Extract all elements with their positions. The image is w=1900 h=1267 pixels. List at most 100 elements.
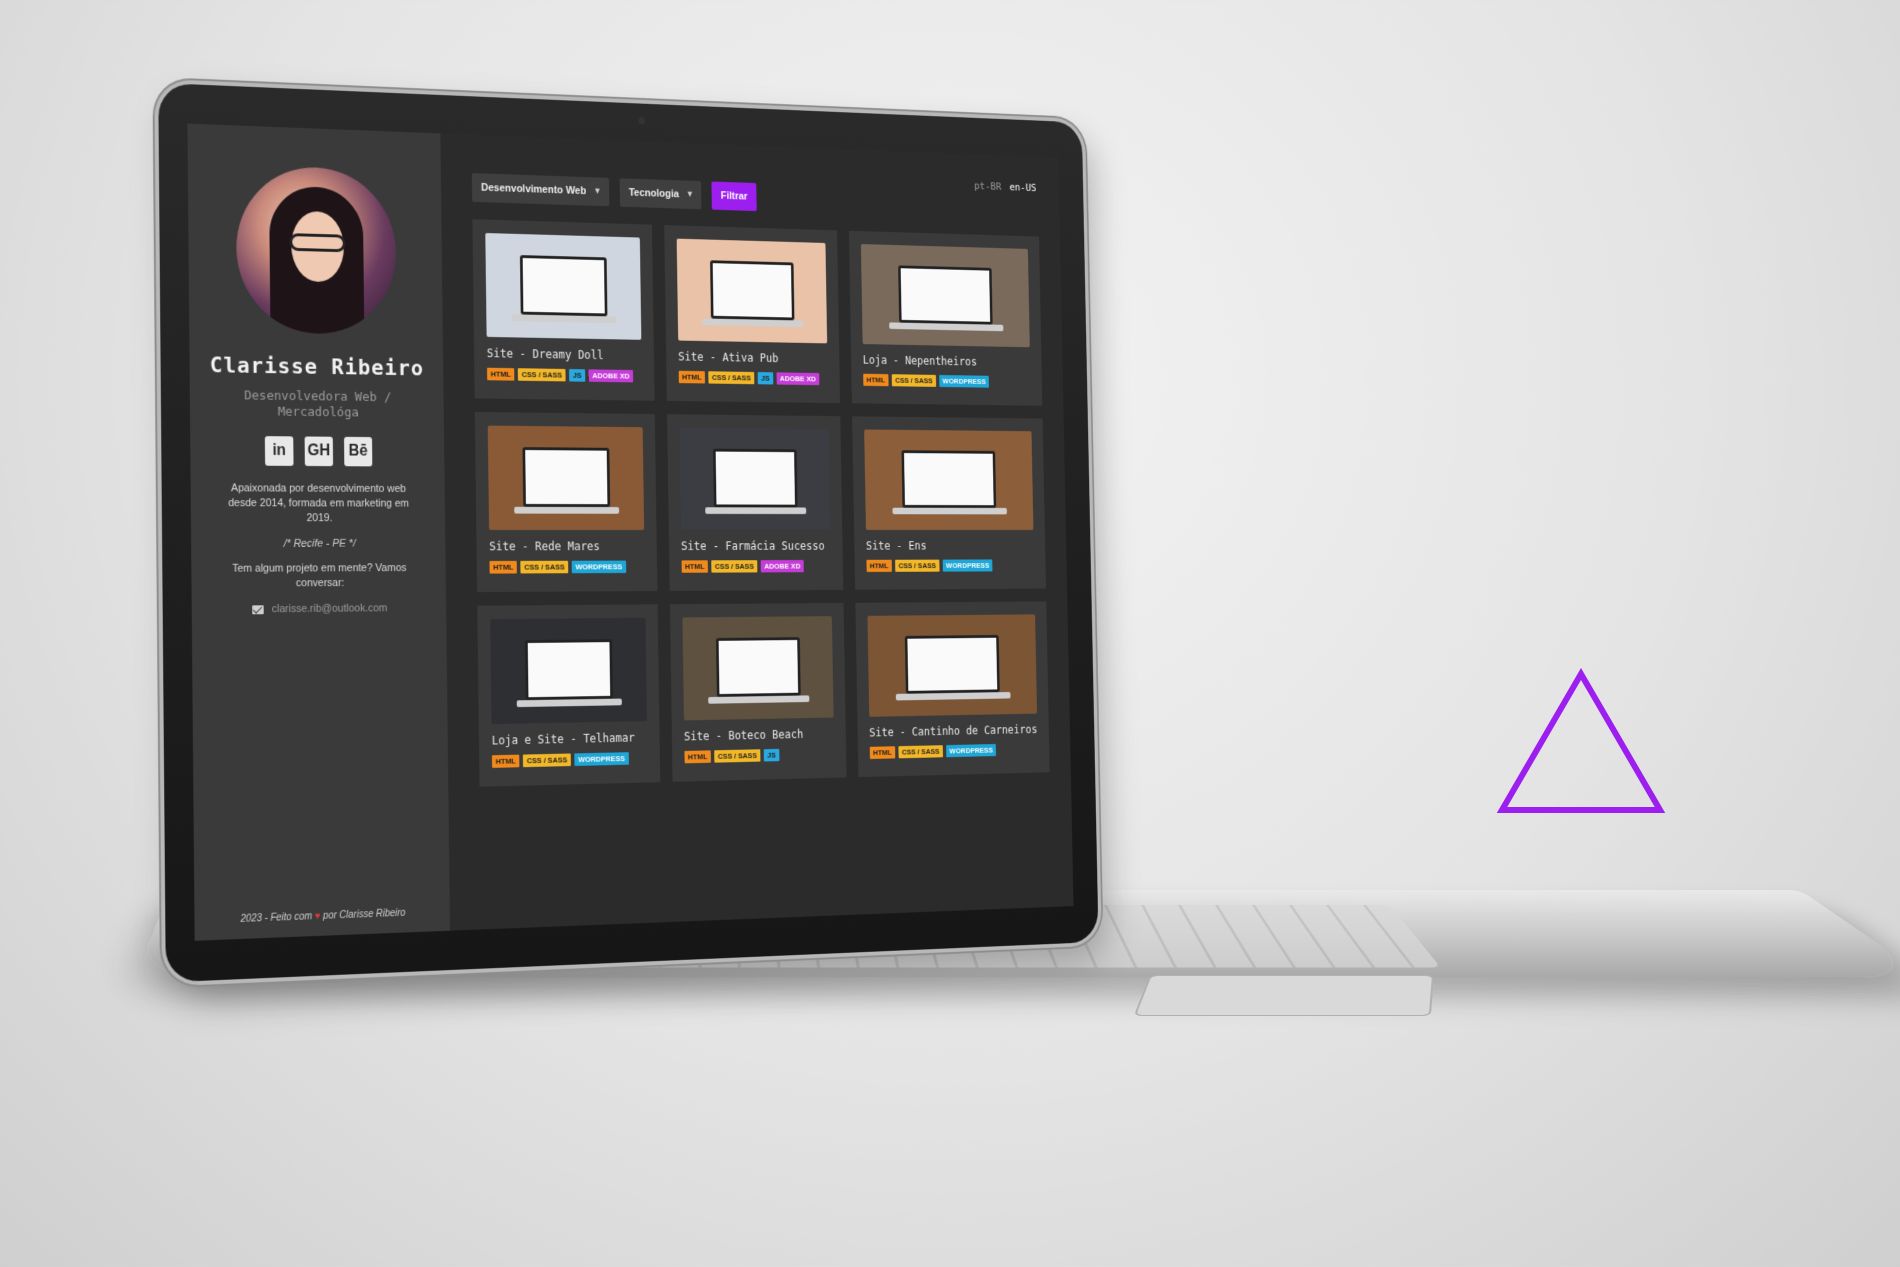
project-tags: HTML CSS / SASS JS ADOBE XD: [678, 370, 828, 386]
thumbnail-screen: [901, 449, 997, 509]
thumbnail-base: [701, 318, 804, 327]
project-thumbnail: [863, 429, 1034, 530]
project-card[interactable]: Site - Cantinho de Carneiros HTML CSS / SA…: [855, 601, 1050, 778]
footer-suffix: por Clarisse Ribeiro: [323, 907, 406, 922]
project-tags: HTML CSS / SASS WORDPRESS: [489, 560, 644, 574]
chevron-down-icon: ▼: [685, 189, 694, 199]
thumbnail-screen: [904, 634, 1001, 694]
tech-tag: WORDPRESS: [945, 744, 997, 758]
email-text: clarisse.rib@outlook.com: [271, 602, 388, 616]
project-card[interactable]: Site - Dreamy Doll HTML CSS / SASS JS ADOBE …: [472, 219, 655, 401]
project-card[interactable]: Site - Farmácia Sucesso HTML CSS / SASS ADO…: [666, 414, 844, 591]
thumbnail-base: [511, 314, 617, 323]
lang-pt-button[interactable]: pt-BR: [974, 180, 1001, 193]
sidebar: Clarisse Ribeiro Desenvolvedora Web / Me…: [187, 123, 451, 941]
footer-prefix: 2023 - Feito com: [240, 911, 313, 925]
project-grid: Site - Dreamy Doll HTML CSS / SASS JS ADOBE …: [472, 219, 1050, 787]
project-title: Site - Ativa Pub: [678, 349, 779, 365]
github-icon[interactable]: GH: [304, 436, 334, 467]
footer: 2023 - Feito com ♥ por Clarisse Ribeiro: [194, 906, 449, 927]
project-tags: HTML CSS / SASS WORDPRESS: [862, 373, 1031, 389]
tech-tag: CSS / SASS: [898, 745, 943, 759]
project-card[interactable]: Loja e Site - Telhamar HTML CSS / SASS WORD…: [477, 604, 661, 787]
project-thumbnail: [487, 425, 645, 530]
project-thumbnail: [867, 614, 1038, 717]
project-title: Site - Boteco Beach: [683, 727, 804, 744]
project-thumbnail: [679, 427, 831, 530]
profile-location: /* Recife - PE */: [283, 537, 356, 550]
tech-tag: JS: [757, 372, 774, 385]
tech-tag: JS: [763, 748, 780, 762]
chevron-down-icon: ▼: [593, 185, 602, 196]
tech-tag: HTML: [487, 367, 515, 381]
tech-tag: HTML: [681, 560, 709, 573]
project-tags: HTML CSS / SASS JS ADOBE XD: [487, 367, 642, 383]
tech-tag: CSS / SASS: [708, 371, 755, 385]
thumbnail-screen: [712, 448, 798, 508]
tech-tag: HTML: [869, 746, 896, 760]
tech-tag: ADOBE XD: [776, 372, 820, 386]
filter-button[interactable]: Filtrar: [711, 181, 757, 212]
category-select[interactable]: Desenvolvimento Web ▼: [471, 173, 610, 207]
project-card[interactable]: Loja - Nepentheiros HTML CSS / SASS WORDPRE…: [848, 230, 1043, 406]
project-tags: HTML CSS / SASS WORDPRESS: [491, 752, 648, 768]
project-title: Site - Cantinho de Carneiros: [869, 722, 1038, 740]
laptop-lid: Clarisse Ribeiro Desenvolvedora Web / Me…: [158, 82, 1099, 983]
tech-tag: WORDPRESS: [939, 374, 990, 388]
project-thumbnail: [682, 616, 834, 721]
thumbnail-screen: [715, 636, 801, 698]
thumbnail-base: [892, 507, 1007, 515]
main-content: pt-BR en-US Desenvolvimento Web ▼ Tecnol…: [440, 133, 1073, 930]
thumbnail-base: [704, 507, 807, 514]
triangle-decoration: [1496, 668, 1666, 813]
project-title: Site - Ens: [865, 539, 927, 553]
heart-icon: ♥: [314, 910, 321, 923]
thumbnail-base: [707, 695, 810, 704]
tech-tag: JS: [569, 369, 586, 382]
mail-icon: [252, 604, 265, 614]
tech-tag: CSS / SASS: [518, 368, 566, 382]
project-thumbnail: [490, 617, 647, 725]
linkedin-icon[interactable]: in: [264, 436, 294, 466]
thumbnail-base: [895, 692, 1011, 701]
thumbnail-screen: [898, 265, 994, 325]
project-card[interactable]: Site - Ens HTML CSS / SASS WORDPRESS: [851, 416, 1046, 590]
profile-name: Clarisse Ribeiro: [209, 353, 425, 382]
tech-tag: ADOBE XD: [588, 369, 634, 383]
tech-tag: HTML: [862, 373, 889, 387]
project-card[interactable]: Site - Rede Mares HTML CSS / SASS WORDPRESS: [474, 411, 658, 593]
email-link[interactable]: clarisse.rib@outlook.com: [252, 602, 388, 616]
thumbnail-screen: [525, 638, 613, 701]
profile-bio: Apaixonada por desenvolvimento web desde…: [228, 482, 410, 525]
language-switcher: pt-BR en-US: [974, 180, 1036, 194]
project-title: Site - Dreamy Doll: [486, 346, 604, 362]
category-select-value: Desenvolvimento Web: [481, 181, 587, 198]
project-tags: HTML CSS / SASS JS: [684, 748, 834, 764]
project-thumbnail: [860, 244, 1030, 348]
tech-tag: CSS / SASS: [895, 559, 940, 572]
thumbnail-screen: [519, 254, 608, 317]
thumbnail-base: [516, 698, 623, 707]
project-tags: HTML CSS / SASS WORDPRESS: [869, 743, 1038, 760]
tech-tag: WORDPRESS: [574, 752, 629, 766]
tech-tag: CSS / SASS: [523, 753, 572, 768]
project-card[interactable]: Site - Ativa Pub HTML CSS / SASS JS ADOBE XD: [664, 225, 840, 404]
profile-cta: Tem algum projeto em mente? Vamos conver…: [232, 562, 407, 590]
tech-tag: WORDPRESS: [942, 559, 993, 572]
profile-role: Desenvolvedora Web / Mercadológa: [244, 388, 392, 421]
tech-tag: HTML: [684, 750, 711, 764]
behance-icon[interactable]: Bē: [344, 436, 373, 467]
technology-select-value: Tecnologia: [628, 187, 680, 201]
social-links: in GH Bē: [264, 436, 373, 467]
avatar-glasses: [289, 233, 346, 253]
technology-select[interactable]: Tecnologia ▼: [619, 178, 702, 210]
camera-icon: [638, 116, 646, 125]
filter-bar: Desenvolvimento Web ▼ Tecnologia ▼ Filtr…: [471, 173, 1039, 220]
project-card[interactable]: Site - Boteco Beach HTML CSS / SASS JS: [669, 602, 847, 782]
project-tags: HTML CSS / SASS ADOBE XD: [681, 560, 830, 573]
tech-tag: CSS / SASS: [520, 560, 569, 574]
project-tags: HTML CSS / SASS WORDPRESS: [866, 559, 1034, 572]
project-thumbnail: [485, 232, 642, 340]
lang-en-button[interactable]: en-US: [1009, 181, 1036, 194]
tech-tag: CSS / SASS: [714, 749, 761, 763]
